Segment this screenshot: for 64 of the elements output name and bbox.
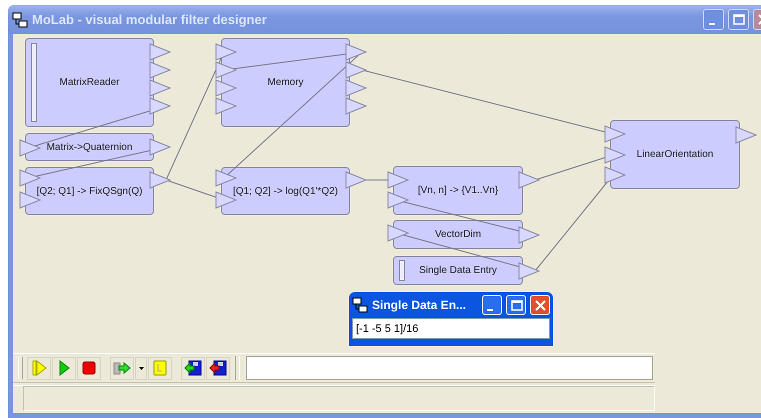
output-port-icon[interactable] bbox=[518, 171, 540, 189]
maximize-icon bbox=[732, 13, 745, 26]
input-port-icon[interactable] bbox=[388, 171, 410, 189]
output-port-icon[interactable] bbox=[150, 97, 172, 115]
value-input[interactable]: [-1 -5 5 1]/16 bbox=[352, 318, 550, 339]
output-port-icon[interactable] bbox=[150, 79, 172, 97]
filter-block[interactable]: LinearOrientation bbox=[610, 120, 740, 189]
output-port-icon[interactable] bbox=[346, 43, 368, 61]
output-port-icon[interactable] bbox=[346, 97, 368, 115]
filter-block[interactable]: Single Data Entry bbox=[393, 256, 523, 285]
input-port-icon[interactable] bbox=[216, 169, 238, 187]
output-port-icon[interactable] bbox=[150, 61, 172, 79]
output-port-icon[interactable] bbox=[736, 126, 758, 144]
arrow-icon bbox=[113, 359, 131, 377]
output-port-icon[interactable] bbox=[346, 79, 368, 97]
caret-icon bbox=[138, 366, 144, 370]
minimize-icon bbox=[708, 23, 714, 25]
input-port-icon[interactable] bbox=[604, 125, 626, 143]
close-icon bbox=[534, 298, 546, 312]
command-field[interactable] bbox=[246, 356, 653, 380]
step-button[interactable] bbox=[27, 356, 51, 380]
disk-icon bbox=[184, 359, 202, 377]
load-button[interactable] bbox=[181, 356, 205, 380]
save-button[interactable] bbox=[206, 356, 230, 380]
output-port-icon[interactable] bbox=[150, 43, 172, 61]
app-icon bbox=[352, 297, 368, 313]
filter-block[interactable]: [Q2; Q1] -> FixQSgn(Q) bbox=[25, 167, 154, 215]
input-port-icon[interactable] bbox=[20, 139, 42, 157]
output-port-icon[interactable] bbox=[518, 262, 540, 280]
maximize-icon bbox=[510, 298, 522, 312]
input-port-icon[interactable] bbox=[20, 169, 42, 187]
input-port-icon[interactable] bbox=[216, 79, 238, 97]
input-port-icon[interactable] bbox=[216, 61, 238, 79]
stop-button[interactable] bbox=[77, 356, 101, 380]
maximize-button[interactable] bbox=[728, 9, 749, 30]
minimize-button[interactable] bbox=[703, 9, 724, 30]
dialog-title: Single Data En... bbox=[372, 298, 468, 312]
filter-block[interactable]: [Q1; Q2] -> log(Q1'*Q2) bbox=[221, 167, 350, 215]
disk-icon bbox=[209, 359, 227, 377]
output-port-icon[interactable] bbox=[150, 138, 172, 156]
app-icon bbox=[12, 12, 28, 28]
play-button[interactable] bbox=[52, 356, 76, 380]
window-title: MoLab - visual modular filter designer bbox=[32, 12, 268, 27]
filter-block[interactable]: Memory bbox=[221, 38, 350, 127]
filter-block[interactable]: VectorDim bbox=[393, 220, 523, 249]
filter-block[interactable]: MatrixReader bbox=[25, 38, 154, 127]
input-port-icon[interactable] bbox=[388, 191, 410, 209]
output-port-icon[interactable] bbox=[346, 61, 368, 79]
input-port-icon[interactable] bbox=[604, 166, 626, 184]
minimize-icon bbox=[487, 308, 493, 310]
input-port-icon[interactable] bbox=[216, 43, 238, 61]
filter-block[interactable]: [Vn, n] -> {V1..Vn} bbox=[393, 166, 523, 215]
stop-icon bbox=[80, 359, 98, 377]
input-port-icon[interactable] bbox=[604, 146, 626, 164]
output-port-icon[interactable] bbox=[518, 226, 540, 244]
dropdown-button[interactable] bbox=[135, 356, 147, 380]
note-icon bbox=[151, 359, 169, 377]
input-port-icon[interactable] bbox=[216, 97, 238, 115]
output-port-icon[interactable] bbox=[346, 171, 368, 189]
output-port-icon[interactable] bbox=[150, 171, 172, 189]
input-port-icon[interactable] bbox=[388, 224, 410, 242]
export-button[interactable] bbox=[110, 356, 134, 380]
step-icon bbox=[30, 359, 48, 377]
filter-block[interactable]: Matrix->Quaternion bbox=[25, 133, 154, 161]
